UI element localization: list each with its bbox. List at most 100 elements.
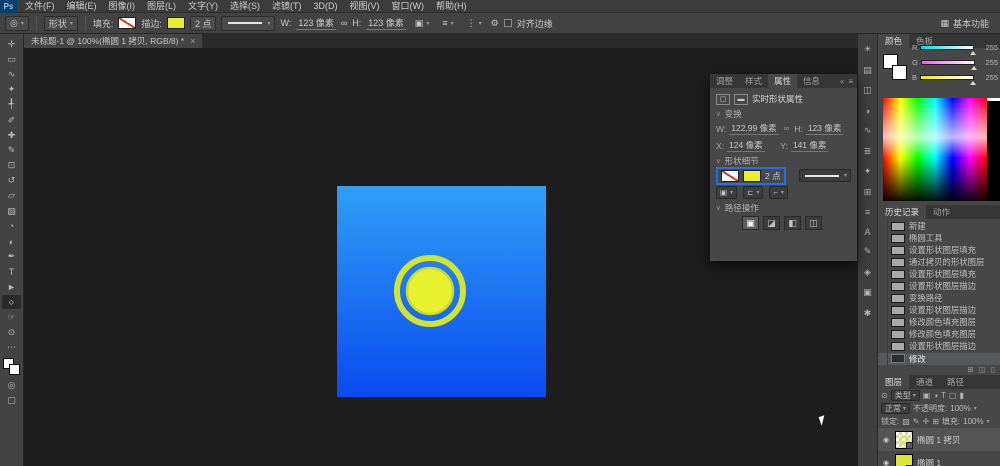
background-color-swatch[interactable] (9, 364, 20, 375)
tab-info[interactable]: 信息 (797, 74, 826, 88)
panel-menu-icon[interactable]: ≡ (848, 77, 853, 86)
history-source-well[interactable] (878, 316, 888, 328)
collapsed-panel-icon[interactable]: ☀ (863, 44, 871, 55)
quick-mask-icon[interactable]: ◎ (2, 378, 21, 392)
background-color-swatch[interactable] (892, 65, 907, 80)
history-source-well[interactable] (878, 232, 888, 244)
path-alignment-button[interactable]: ≡ ▾ (438, 16, 457, 31)
history-source-well[interactable] (878, 280, 888, 292)
history-item[interactable]: 新建 (878, 220, 1000, 232)
link-dimensions-icon[interactable]: ∞ (341, 18, 347, 28)
layer-row-selected[interactable]: ◉ 椭圆 1 拷贝 (878, 428, 1000, 451)
history-source-well[interactable] (878, 256, 888, 268)
dodge-tool-icon[interactable]: ◐ (2, 234, 21, 248)
green-value[interactable]: 255 (985, 58, 998, 67)
history-source-well[interactable] (878, 220, 888, 232)
red-slider[interactable] (920, 45, 974, 50)
history-brush-tool-icon[interactable]: ↺ (2, 174, 21, 188)
history-source-well[interactable] (878, 328, 888, 340)
brush-tool-icon[interactable]: ✎ (2, 143, 21, 157)
menu-help[interactable]: 帮助(H) (430, 0, 473, 13)
history-item[interactable]: 设置形状图层填充 (878, 268, 1000, 280)
history-item[interactable]: 变换路径 (878, 292, 1000, 304)
healing-brush-tool-icon[interactable]: ✚ (2, 128, 21, 142)
history-item[interactable]: 椭圆工具 (878, 232, 1000, 244)
collapsed-panel-icon[interactable]: ▤ (863, 65, 872, 76)
history-item-selected[interactable]: 修改 (878, 353, 1000, 365)
collapsed-panel-icon[interactable]: ◈ (864, 267, 871, 278)
stroke-corners-dropdown[interactable]: ⌐ ▾ (769, 186, 787, 199)
lock-position-icon[interactable]: ✛ (923, 417, 930, 426)
blue-value[interactable]: 255 (985, 73, 998, 82)
path-arrangement-button[interactable]: ⋮ ▾ (463, 16, 486, 31)
zoom-tool-icon[interactable]: ⊙ (2, 326, 21, 340)
red-value[interactable]: 255 (985, 43, 998, 52)
crop-tool-icon[interactable]: ╃ (2, 98, 21, 112)
subtract-shape-icon[interactable]: ◪ (763, 216, 780, 230)
lock-all-icon[interactable]: ⊞ (932, 417, 939, 426)
geometry-options-gear-icon[interactable]: ⚙ (491, 18, 499, 29)
width-field[interactable]: 122.99 像素 (729, 122, 778, 135)
menu-select[interactable]: 选择(S) (224, 0, 266, 13)
menu-3d[interactable]: 3D(D) (308, 0, 344, 13)
path-selection-tool-icon[interactable]: ► (2, 280, 21, 294)
width-field[interactable]: 123 像素 (296, 16, 336, 30)
filter-pixel-layers-icon[interactable]: ▣ (923, 391, 931, 400)
menu-file[interactable]: 文件(F) (19, 0, 61, 13)
collapsed-panel-icon[interactable]: ≡ (865, 207, 870, 217)
screen-mode-icon[interactable]: ▢ (2, 393, 21, 407)
tab-actions[interactable]: 动作 (926, 205, 957, 219)
history-source-well[interactable] (878, 340, 888, 352)
menu-type[interactable]: 文字(Y) (182, 0, 224, 13)
collapsed-panel-icon[interactable]: ⊞ (864, 187, 872, 198)
document-tab[interactable]: 未标题-1 @ 100%(椭圆 1 拷贝, RGB/8) * × (24, 34, 202, 48)
path-operations-button[interactable]: ▣ ▾ (411, 16, 434, 31)
history-item[interactable]: 设置形状图层描边 (878, 304, 1000, 316)
history-source-well[interactable] (878, 353, 888, 365)
combine-shapes-icon[interactable]: ▣ (742, 216, 759, 230)
eyedropper-tool-icon[interactable]: ✐ (2, 113, 21, 127)
layer-thumbnail[interactable] (895, 431, 913, 449)
opacity-value[interactable]: 100% (950, 404, 970, 413)
delete-state-icon[interactable]: ▯ (991, 365, 995, 374)
history-source-well[interactable] (878, 292, 888, 304)
green-slider[interactable] (921, 60, 975, 65)
intersect-shapes-icon[interactable]: ◧ (784, 216, 801, 230)
layer-thumbnail[interactable] (895, 454, 913, 466)
y-field[interactable]: 141 像素 (791, 139, 829, 152)
path-operations-section-header[interactable]: ∨ 路径操作 (716, 201, 851, 214)
collapsed-panel-icon[interactable]: ✎ (864, 246, 872, 257)
collapse-panel-icon[interactable]: « (840, 77, 844, 86)
tab-channels[interactable]: 通道 (909, 375, 940, 389)
layer-name[interactable]: 椭圆 1 拷贝 (917, 434, 960, 446)
tab-color[interactable]: 颜色 (878, 34, 909, 48)
align-edges-checkbox[interactable] (504, 19, 512, 27)
foreground-background-swatches[interactable] (3, 358, 20, 375)
shape-fill-swatch[interactable] (721, 170, 739, 182)
menu-layer[interactable]: 图层(L) (141, 0, 182, 13)
layer-name[interactable]: 椭圆 1 (917, 457, 941, 466)
tab-adjustments[interactable]: 调整 (710, 74, 739, 88)
filter-toggle-icon[interactable]: ▮ (960, 391, 964, 400)
hand-tool-icon[interactable]: ☞ (2, 310, 21, 324)
more-tools-icon[interactable]: ⋯ (2, 341, 21, 355)
collapsed-panel-icon[interactable]: A (864, 227, 870, 237)
height-field[interactable]: 123 像素 (366, 16, 406, 30)
exclude-shapes-icon[interactable]: ◫ (805, 216, 822, 230)
tab-paths[interactable]: 路径 (940, 375, 971, 389)
collapsed-panel-icon[interactable]: ✦ (864, 166, 872, 177)
menu-edit[interactable]: 编辑(E) (61, 0, 103, 13)
menu-filter[interactable]: 滤镜(T) (266, 0, 308, 13)
magic-wand-tool-icon[interactable]: ✦ (2, 83, 21, 97)
shape-stroke-width-field[interactable]: 2 点 (765, 170, 781, 182)
lasso-tool-icon[interactable]: ∿ (2, 67, 21, 81)
tab-styles[interactable]: 样式 (739, 74, 768, 88)
history-item[interactable]: 设置形状图层描边 (878, 340, 1000, 352)
black-white-ramp[interactable] (987, 98, 1000, 201)
history-item[interactable]: 设置形状图层填充 (878, 244, 1000, 256)
menu-view[interactable]: 视图(V) (344, 0, 386, 13)
history-item[interactable]: 修改颜色填充图层 (878, 328, 1000, 340)
history-item[interactable]: 设置形状图层描边 (878, 280, 1000, 292)
x-field[interactable]: 124 像素 (727, 139, 765, 152)
transform-section-header[interactable]: ∨ 变换 (716, 107, 851, 120)
